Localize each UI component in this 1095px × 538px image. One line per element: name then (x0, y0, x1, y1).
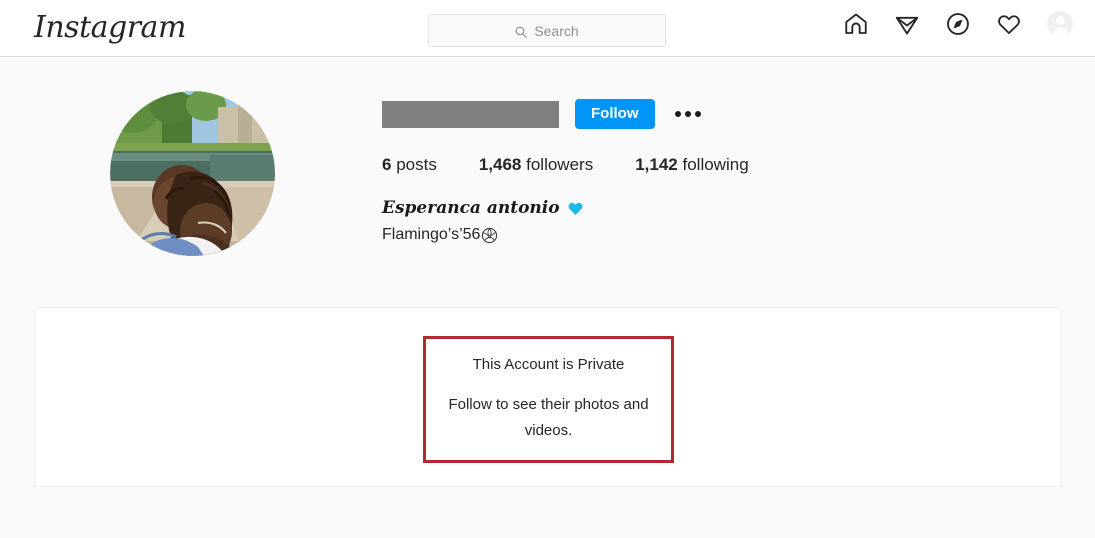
private-account-title: This Account is Private (472, 356, 625, 373)
private-account-description: Follow to see their photos and videos. (448, 396, 649, 439)
bio-display-name-row: Esperanca antonio (382, 197, 1002, 219)
bio-display-name: Esperanca antonio (382, 198, 560, 218)
username-redaction-bar (382, 100, 559, 128)
stat-following-value: 1,142 (635, 155, 678, 174)
dot-icon (694, 111, 701, 117)
dot-icon (674, 111, 681, 117)
bio-second-line: Flamingo’s’56 (382, 224, 1002, 246)
blue-heart-emoji (568, 202, 583, 215)
profile-picture[interactable] (110, 91, 275, 256)
volleyball-emoji (482, 227, 498, 243)
profile-bio: Esperanca antonio Flamingo’s’56 (382, 197, 1002, 246)
stat-posts-value: 6 (382, 155, 392, 174)
stat-followers-label: followers (526, 155, 594, 174)
instagram-logo[interactable]: Instagram (34, 9, 186, 47)
follow-button[interactable]: Follow (575, 99, 655, 129)
top-navbar: Instagram Search (0, 0, 1095, 57)
more-options-button[interactable] (673, 102, 703, 126)
direct-message-icon[interactable] (894, 11, 920, 37)
stat-following-label: following (682, 155, 749, 174)
explore-compass-icon[interactable] (945, 11, 971, 37)
stat-followers[interactable]: 1,468 followers (479, 155, 593, 175)
search-input[interactable]: Search (428, 14, 666, 47)
bio-second-line-text: Flamingo’s’56 (382, 226, 481, 243)
stat-followers-value: 1,468 (478, 155, 522, 174)
profile-avatar-icon[interactable] (1047, 11, 1073, 37)
profile-stats: 6 posts 1,468 followers 1,142 following (382, 155, 1002, 175)
stat-following[interactable]: 1,142 following (635, 155, 748, 175)
profile-info: Follow 6 posts 1,468 followers 1,142 fol… (382, 99, 1002, 246)
profile-picture-image (110, 91, 275, 256)
username-row: Follow (382, 99, 1002, 129)
dot-icon (684, 111, 691, 117)
private-account-annotation: This Account is Private Follow to see th… (423, 336, 674, 463)
home-icon[interactable] (843, 11, 869, 37)
search-icon (515, 25, 528, 38)
posts-content-card: This Account is Private Follow to see th… (34, 307, 1062, 487)
search-placeholder: Search (534, 22, 579, 39)
stat-posts[interactable]: 6 posts (382, 155, 437, 175)
navbar-icon-group (843, 11, 1073, 37)
heart-activity-icon[interactable] (996, 11, 1022, 37)
stat-posts-label: posts (396, 155, 437, 174)
